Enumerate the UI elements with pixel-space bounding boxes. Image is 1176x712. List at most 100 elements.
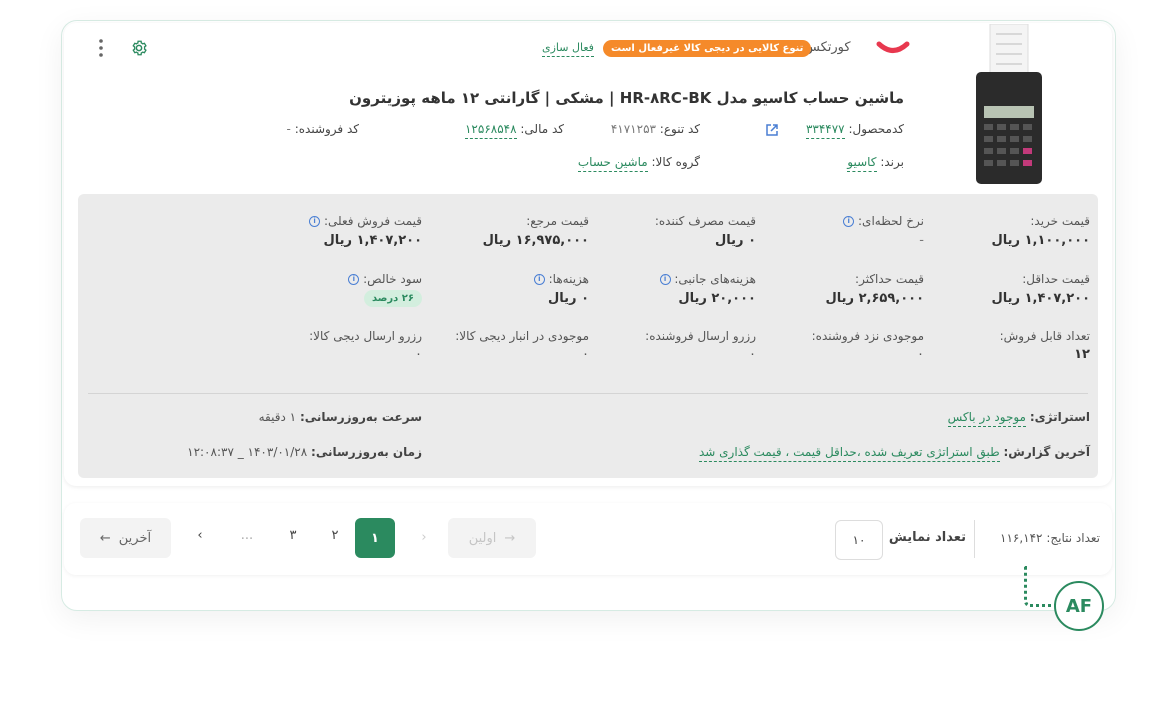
sellable-count-value: ۱۲ bbox=[1074, 347, 1090, 362]
brand-label: برند: bbox=[880, 155, 904, 169]
last-page-button[interactable]: ← آخرین bbox=[80, 518, 171, 558]
arrow-right-icon: → bbox=[504, 530, 516, 546]
net-profit-badge: ۲۶ درصد bbox=[363, 290, 422, 307]
seller-code-value: - bbox=[286, 122, 291, 136]
fiscal-code: کد مالی: ۱۲۵۶۸۵۴۸ bbox=[464, 122, 564, 139]
last-report-value[interactable]: طبق استراتژی تعریف شده ،حداقل قیمت ، قیم… bbox=[698, 445, 1000, 462]
product-image bbox=[972, 23, 1046, 186]
display-count-label: تعداد نمایش bbox=[888, 530, 966, 545]
seller-reserve-value: ۰ bbox=[749, 347, 756, 362]
display-count-value: ۱۰ bbox=[852, 533, 866, 547]
strategy-label: استراتژی: bbox=[1029, 410, 1090, 424]
variant-code-value: ۴۱۷۱۲۵۳ bbox=[610, 122, 656, 136]
info-icon[interactable]: i bbox=[659, 274, 671, 285]
product-code-value[interactable]: ۳۳۴۴۷۷ bbox=[805, 122, 845, 139]
net-profit-label: سود خالص: bbox=[363, 272, 422, 286]
brand-logo bbox=[876, 40, 910, 59]
next-page-button[interactable]: ‹ bbox=[188, 528, 212, 543]
costs-label: هزینه‌ها: bbox=[548, 272, 589, 286]
fiscal-code-value[interactable]: ۱۲۵۶۸۵۴۸ bbox=[464, 122, 517, 139]
product-code: کدمحصول: ۳۳۴۴۷۷ bbox=[805, 122, 904, 139]
seller-code: کد فروشنده: - bbox=[287, 122, 359, 136]
update-time-label: زمان به‌روزرسانی: bbox=[311, 445, 422, 459]
variant-code: کد تنوع: ۴۱۷۱۲۵۳ bbox=[611, 122, 700, 136]
last-report-field: آخرین گزارش: طبق استراتژی تعریف شده ،حدا… bbox=[698, 445, 1090, 462]
info-icon[interactable]: i bbox=[843, 216, 855, 227]
group-label: گروه کالا: bbox=[651, 155, 701, 169]
consumer-price-value: ۰ ریال bbox=[715, 233, 756, 248]
chevron-right-icon: › bbox=[421, 530, 427, 545]
seller-stock-label: موجودی نزد فروشنده: bbox=[811, 329, 924, 343]
first-page-label: اولین bbox=[468, 530, 497, 546]
activate-link[interactable]: فعال سازی bbox=[542, 41, 594, 57]
brand-field: برند: کاسیو bbox=[847, 155, 904, 172]
chevron-left-icon: ‹ bbox=[197, 528, 203, 543]
min-price-label: قیمت حداقل: bbox=[1022, 272, 1090, 286]
info-icon[interactable]: i bbox=[309, 216, 321, 227]
side-costs-label: هزینه‌های جانبی: bbox=[674, 272, 756, 286]
seller-reserve-label: رزرو ارسال فروشنده: bbox=[645, 329, 756, 343]
reference-price-label: قیمت مرجع: bbox=[526, 214, 589, 228]
dk-warehouse-value: ۰ bbox=[582, 347, 589, 362]
group-value[interactable]: ماشین حساب bbox=[577, 155, 648, 172]
update-speed-value: ۱ دقیقه bbox=[258, 410, 297, 424]
sellable-count-label: تعداد قابل فروش: bbox=[999, 329, 1090, 343]
page-button-active[interactable]: ۱ bbox=[355, 518, 395, 558]
page-button[interactable]: ۳ bbox=[281, 528, 305, 543]
current-sell-label: قیمت فروش فعلی: bbox=[323, 214, 422, 228]
net-profit-field: سود خالص: i bbox=[348, 272, 422, 286]
info-icon[interactable]: i bbox=[348, 274, 360, 285]
consumer-price-label: قیمت مصرف کننده: bbox=[654, 214, 756, 228]
reference-price-value: ۱۶,۹۷۵,۰۰۰ ریال bbox=[482, 233, 589, 248]
af-floating-button[interactable]: AF bbox=[1054, 581, 1104, 631]
af-label: AF bbox=[1065, 595, 1093, 617]
side-costs-value: ۲۰,۰۰۰ ریال bbox=[678, 291, 756, 306]
strategy-field: استراتژی: موجود در باکس bbox=[947, 410, 1090, 427]
dk-reserve-label: رزرو ارسال دیجی کالا: bbox=[309, 329, 422, 343]
group-field: گروه کالا: ماشین حساب bbox=[577, 155, 701, 172]
product-title: ماشین حساب کاسیو مدل HR-۸RC-BK | مشکی | … bbox=[349, 89, 904, 107]
update-speed-field: سرعت به‌روزرسانی: ۱ دقیقه bbox=[259, 410, 422, 424]
results-label: تعداد نتایج: bbox=[1046, 531, 1100, 545]
update-speed-label: سرعت به‌روزرسانی: bbox=[299, 410, 422, 424]
side-costs-field: هزینه‌های جانبی: i bbox=[659, 272, 756, 286]
costs-value: ۰ ریال bbox=[548, 291, 589, 306]
pagination-ellipsis: ... bbox=[240, 528, 254, 543]
af-connector bbox=[1024, 566, 1057, 607]
arrow-left-icon: ← bbox=[99, 530, 111, 546]
settings-gear-icon[interactable] bbox=[130, 39, 148, 61]
active-page-label: ۱ bbox=[371, 530, 379, 546]
dk-warehouse-label: موجودی در انبار دیجی کالا: bbox=[455, 329, 589, 343]
external-link-icon[interactable] bbox=[765, 122, 779, 141]
variant-code-label: کد تنوع: bbox=[659, 122, 700, 136]
panel-divider bbox=[88, 393, 1088, 394]
info-icon[interactable]: i bbox=[533, 274, 545, 285]
product-code-label: کدمحصول: bbox=[848, 122, 904, 136]
buy-price-label: قیمت خرید: bbox=[1030, 214, 1090, 228]
max-price-label: قیمت حداکثر: bbox=[855, 272, 924, 286]
page-button[interactable]: ۲ bbox=[323, 528, 347, 543]
prev-page-button[interactable]: › bbox=[412, 530, 436, 545]
strategy-value[interactable]: موجود در باکس bbox=[947, 410, 1026, 427]
update-time-field: زمان به‌روزرسانی: ۱۴۰۳/۰۱/۲۸ _ ۱۲:۰۸:۳۷ bbox=[187, 445, 422, 459]
seller-code-label: کد فروشنده: bbox=[294, 122, 359, 136]
first-page-button[interactable]: اولین → bbox=[448, 518, 536, 558]
instant-rate-label: نرخ لحظه‌ای: bbox=[858, 214, 924, 228]
update-time-value: ۱۴۰۳/۰۱/۲۸ _ ۱۲:۰۸:۳۷ bbox=[187, 445, 308, 459]
instant-rate-field: نرخ لحظه‌ای: i bbox=[843, 214, 924, 228]
brand-value[interactable]: کاسیو bbox=[847, 155, 877, 172]
min-price-value: ۱,۴۰۷,۲۰۰ ریال bbox=[991, 291, 1090, 306]
last-report-label: آخرین گزارش: bbox=[1003, 445, 1090, 459]
results-value: ۱۱۶,۱۴۲ bbox=[1000, 531, 1043, 545]
seller-stock-value: ۰ bbox=[917, 347, 924, 362]
last-page-label: آخرین bbox=[118, 530, 152, 546]
current-sell-value: ۱,۴۰۷,۲۰۰ ریال bbox=[323, 233, 422, 248]
costs-field: هزینه‌ها: i bbox=[533, 272, 589, 286]
current-sell-field: قیمت فروش فعلی: i bbox=[309, 214, 422, 228]
variant-inactive-badge: تنوع کالایی در دیجی کالا غیرفعال است bbox=[603, 40, 812, 57]
display-count-select[interactable]: ۱۰ bbox=[835, 520, 883, 560]
fiscal-code-label: کد مالی: bbox=[520, 122, 564, 136]
kebab-menu-icon[interactable] bbox=[97, 38, 105, 58]
instant-rate-value: - bbox=[919, 233, 924, 248]
results-separator bbox=[974, 520, 975, 558]
